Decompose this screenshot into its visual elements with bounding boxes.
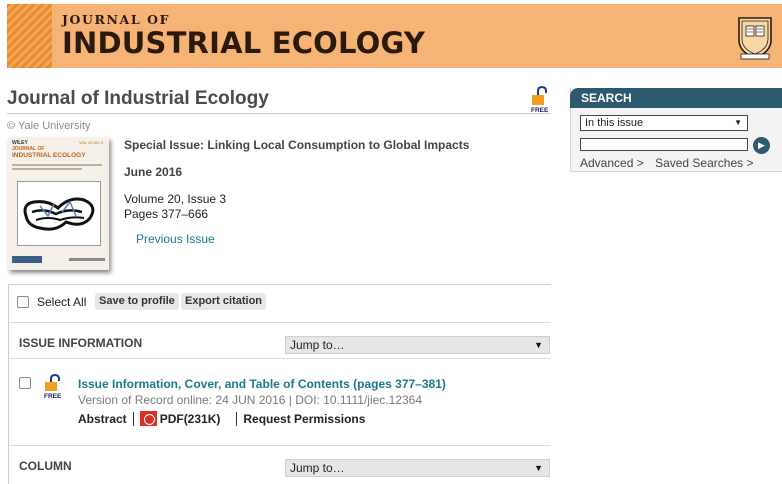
link-separator [236,411,238,426]
previous-issue-link[interactable]: Previous Issue [136,232,215,246]
issue-date: June 2016 [124,165,183,179]
search-links: Advanced > Saved Searches > [580,156,761,170]
export-citation-button[interactable]: Export citation [181,293,267,310]
open-lock-icon [532,86,548,105]
save-to-profile-button[interactable]: Save to profile [95,293,179,310]
toolbar-divider [8,322,551,323]
cover-subtitle-line [12,164,102,166]
jump-to-label: Jump to… [290,461,345,475]
article-meta: Version of Record online: 24 JUN 2016 | … [78,393,422,407]
dropdown-arrow-icon: ▼ [534,463,543,473]
link-separator [132,411,134,426]
yale-seal-icon [738,17,772,60]
article-title-link[interactable]: Issue Information, Cover, and Table of C… [78,377,446,391]
open-lock-icon [45,374,61,391]
free-access-badge: FREE [531,86,548,114]
journal-banner[interactable]: JOURNAL OF INDUSTRIAL ECOLOGY [7,4,782,68]
copyright-text: © Yale University [7,120,91,132]
search-scope-label: In this issue [585,117,644,129]
search-heading: SEARCH [570,88,782,108]
banner-supertitle: JOURNAL OF [62,12,171,27]
title-divider [7,113,551,114]
request-permissions-link[interactable]: Request Permissions [243,412,365,426]
cover-volume: VOL 20 NO 3 [79,140,103,145]
cover-footer-logo [12,256,42,263]
banner-stripe-decoration [7,4,52,68]
special-issue-title: Special Issue: Linking Local Consumption… [124,138,470,152]
pdf-icon[interactable] [139,411,157,426]
search-go-button[interactable]: ▶ [753,137,770,154]
select-all-label[interactable]: Select All [37,295,86,309]
article-checkbox[interactable] [19,377,31,389]
cover-subtitle-line [12,168,82,170]
jump-to-label: Jump to… [290,338,345,352]
cover-footer-text [69,258,105,261]
jump-to-select[interactable]: Jump to… ▼ [285,459,550,477]
free-label: FREE [44,393,62,400]
banner-title: INDUSTRIAL ECOLOGY [62,26,426,60]
dropdown-arrow-icon: ▼ [534,340,543,350]
cover-artwork [17,181,101,246]
free-access-badge: FREE [44,374,61,400]
issue-volume: Volume 20, Issue 3 [124,192,227,206]
article-actions: Abstract PDF(231K) Request Permissions [78,411,365,426]
dropdown-arrow-icon: ▼ [734,118,742,127]
abstract-link[interactable]: Abstract [78,412,127,426]
saved-searches-link[interactable]: Saved Searches > [655,156,753,170]
section-issue-information: ISSUE INFORMATION [19,336,143,350]
issue-cover-image[interactable]: WILEY VOL 20 NO 3 JOURNAL OF INDUSTRIAL … [8,137,109,270]
jump-to-select[interactable]: Jump to… ▼ [285,336,550,354]
select-all-checkbox[interactable] [17,296,29,308]
section-column: COLUMN [19,459,72,473]
section-divider [8,358,551,359]
cover-title-line2: INDUSTRIAL ECOLOGY [12,152,86,159]
section-divider [8,445,551,446]
pdf-link[interactable]: PDF(231K) [160,412,221,426]
advanced-search-link[interactable]: Advanced > [580,156,644,170]
search-scope-select[interactable]: In this issue ▼ [580,115,748,131]
issue-pages: Pages 377–666 [124,207,209,221]
search-input[interactable] [580,138,748,151]
page-title: Journal of Industrial Ecology [7,88,269,109]
